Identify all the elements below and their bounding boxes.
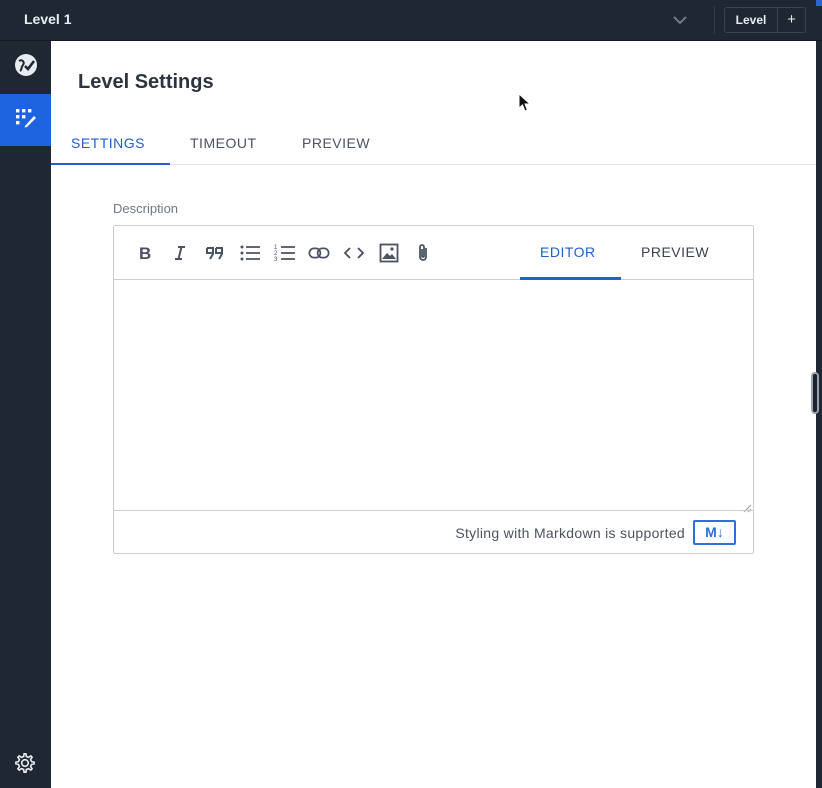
scrollbar-track [816, 41, 822, 788]
left-rail [0, 41, 51, 788]
app-window: Level 1 Level + Level Settings SETTINGS … [0, 0, 822, 788]
preview-mode-tab[interactable]: PREVIEW [641, 244, 709, 260]
window-edge-accent [816, 0, 822, 6]
editor-toolbar: B 123 EDITOR PREVIEW [114, 226, 753, 280]
rail-item-globe[interactable] [0, 41, 51, 93]
active-tab-indicator [51, 163, 170, 165]
markdown-icon[interactable]: M↓ [693, 520, 736, 545]
level-title: Level 1 [24, 11, 72, 27]
code-icon[interactable] [343, 242, 365, 264]
markdown-hint: Styling with Markdown is supported [455, 525, 685, 541]
tab-settings[interactable]: SETTINGS [71, 135, 145, 165]
settings-tabs: SETTINGS TIMEOUT PREVIEW [51, 128, 816, 165]
level-button-group: Level + [724, 7, 806, 33]
add-level-button[interactable]: + [778, 8, 805, 32]
tab-preview[interactable]: PREVIEW [302, 135, 370, 165]
scrollbar-handle[interactable] [811, 372, 819, 414]
attachment-icon[interactable] [412, 242, 434, 264]
level-button[interactable]: Level [725, 8, 778, 32]
link-icon[interactable] [308, 242, 330, 264]
chevron-down-icon[interactable] [670, 11, 690, 29]
image-icon[interactable] [378, 242, 400, 264]
svg-text:B: B [139, 244, 151, 262]
resize-grip-icon[interactable] [742, 500, 752, 513]
markdown-editor: B 123 EDITOR PREVIEW Styling with Markdo… [113, 225, 754, 554]
editor-mode-tab[interactable]: EDITOR [540, 244, 596, 260]
page-title: Level Settings [78, 71, 214, 93]
description-label: Description [113, 201, 179, 216]
editor-footer: Styling with Markdown is supported M↓ [114, 510, 753, 553]
numbered-list-icon[interactable]: 123 [274, 242, 296, 264]
bullet-list-icon[interactable] [239, 242, 261, 264]
rail-item-grid-edit[interactable] [0, 94, 51, 146]
italic-icon[interactable] [169, 242, 191, 264]
description-textarea[interactable] [114, 281, 753, 510]
divider [714, 6, 715, 34]
active-mode-indicator [520, 277, 621, 280]
globe-check-icon [13, 52, 39, 83]
tab-timeout[interactable]: TIMEOUT [190, 135, 257, 165]
bold-icon[interactable]: B [134, 242, 156, 264]
top-bar: Level 1 Level + [0, 0, 822, 41]
mouse-cursor-icon [518, 92, 532, 113]
grid-edit-icon [14, 106, 38, 135]
gear-icon[interactable] [13, 751, 37, 775]
svg-text:3: 3 [274, 257, 278, 263]
quote-icon[interactable] [204, 242, 226, 264]
level-settings-panel: Level Settings SETTINGS TIMEOUT PREVIEW … [51, 41, 816, 788]
